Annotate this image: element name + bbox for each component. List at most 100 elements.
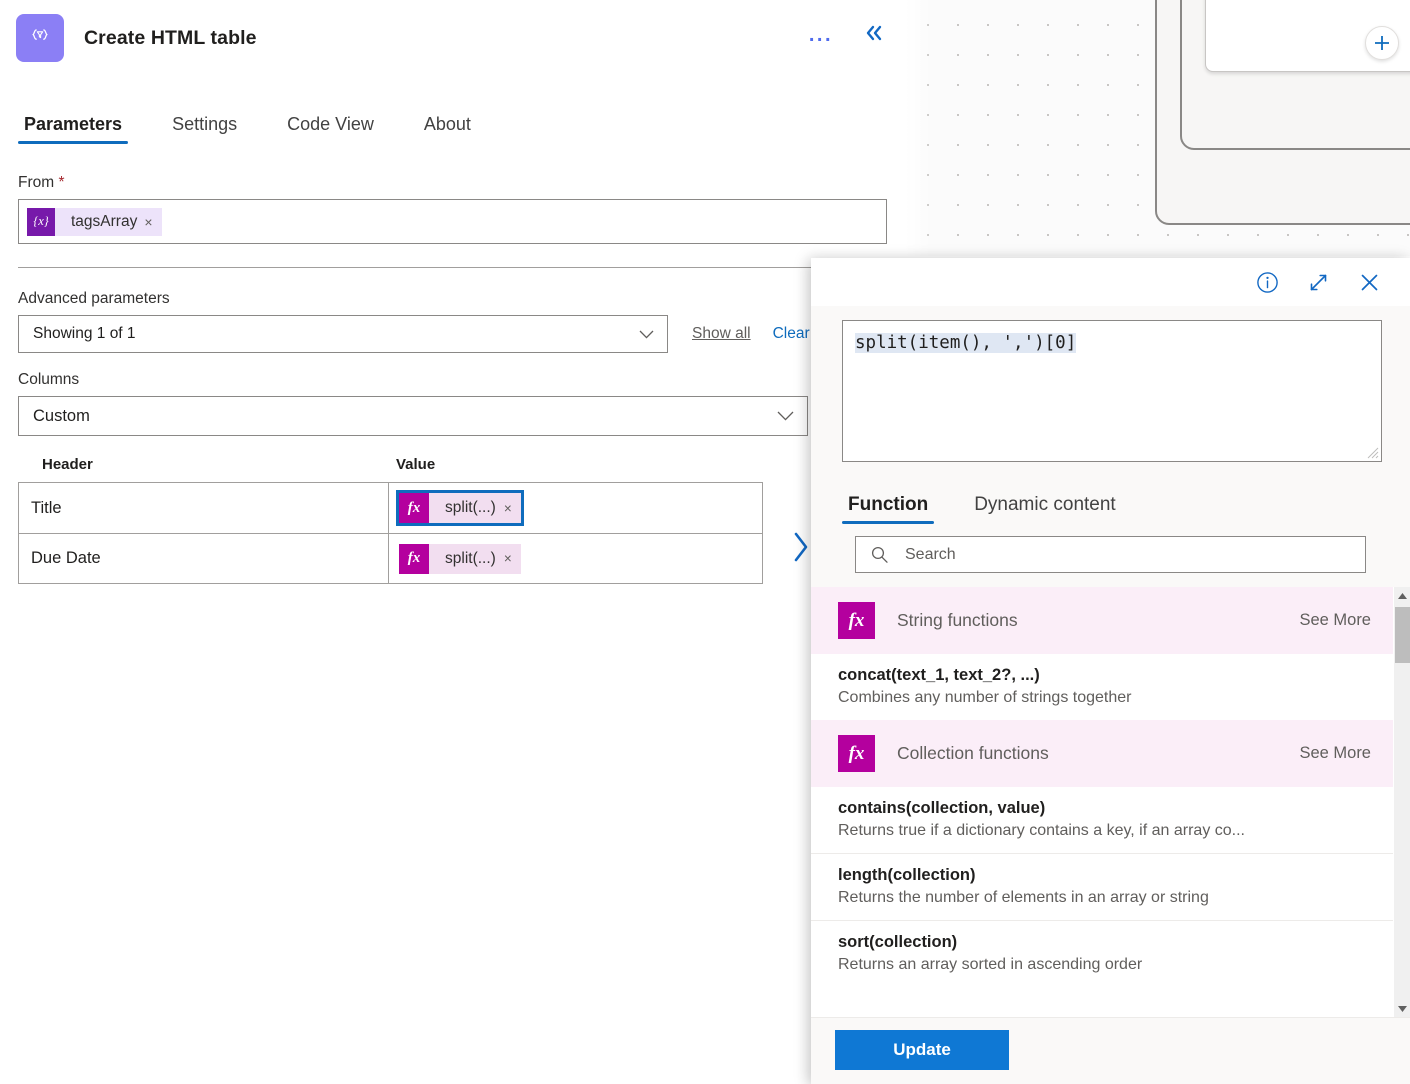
tab-about[interactable]: About <box>418 113 477 144</box>
advanced-parameters-section: Advanced parameters Showing 1 of 1 Show … <box>18 290 887 353</box>
expression-token-remove-icon[interactable]: × <box>502 551 521 566</box>
table-row: Title fx split(...) × <box>19 483 762 533</box>
chevron-down-icon <box>777 411 794 421</box>
callout-toolbar <box>811 258 1410 306</box>
advanced-parameters-select[interactable]: Showing 1 of 1 <box>18 315 668 353</box>
search-input[interactable] <box>903 544 1353 565</box>
see-more-link[interactable]: See More <box>1299 611 1371 630</box>
advanced-parameters-label: Advanced parameters <box>18 290 170 307</box>
function-name: contains(collection, value) <box>838 799 1046 817</box>
function-list-scrollbar[interactable] <box>1393 587 1410 1017</box>
add-step-button[interactable] <box>1365 26 1399 60</box>
braces-filter-glyph <box>32 29 48 40</box>
columns-select-value: Custom <box>33 406 90 425</box>
expression-token[interactable]: fx split(...) × <box>396 490 524 526</box>
advanced-select-value: Showing 1 of 1 <box>33 325 136 342</box>
resize-grip-icon[interactable] <box>1367 447 1379 459</box>
scroll-up-arrow-icon[interactable] <box>1394 587 1410 604</box>
parameters-form: From * {x} tagsArray × Advanced paramete… <box>0 174 905 584</box>
function-description: Returns true if a dictionary contains a … <box>838 822 1245 839</box>
variable-braces-icon: {x} <box>27 207 55 236</box>
callout-tabs: Function Dynamic content <box>811 462 1410 524</box>
search-icon <box>871 546 888 563</box>
search-wrap <box>811 524 1410 573</box>
close-x-icon <box>1361 274 1378 290</box>
list-item[interactable]: contains(collection, value) Returns true… <box>811 787 1393 853</box>
callout-footer: Update <box>811 1017 1410 1084</box>
info-icon[interactable] <box>1255 270 1280 295</box>
function-description: Returns an array sorted in ascending ord… <box>838 956 1143 973</box>
tab-parameters[interactable]: Parameters <box>18 113 129 144</box>
expression-value: split(item(), ',')[0] <box>855 333 1077 353</box>
expression-token[interactable]: fx split(...) × <box>399 543 521 574</box>
expression-editor-callout: split(item(), ',')[0] Function Dynamic c… <box>811 258 1410 1084</box>
callout-beak <box>782 516 814 580</box>
fx-icon: fx <box>838 735 875 772</box>
column-header-value: Value <box>396 456 436 473</box>
braces-filter-icon <box>16 14 64 62</box>
function-description: Returns the number of elements in an arr… <box>838 889 1209 906</box>
show-all-link[interactable]: Show all <box>692 325 751 343</box>
row-value-input[interactable]: fx split(...) × <box>389 534 762 583</box>
category-label: String functions <box>897 610 1018 630</box>
advanced-parameters-row: Showing 1 of 1 Show all Clear all <box>18 315 887 353</box>
list-item[interactable]: length(collection) Returns the number of… <box>811 853 1393 920</box>
collapse-panel-button[interactable] <box>859 22 889 47</box>
token-remove-icon[interactable]: × <box>144 214 161 230</box>
info-circle-icon <box>1257 271 1278 293</box>
panel-header: Create HTML table <box>0 0 905 64</box>
expand-icon[interactable] <box>1306 270 1331 295</box>
triangle-up-icon <box>1398 592 1407 599</box>
function-list-area: fx String functions See More concat(text… <box>811 587 1410 1017</box>
tab-settings[interactable]: Settings <box>166 113 243 144</box>
category-label: Collection functions <box>897 743 1049 763</box>
columns-label: Columns <box>18 371 80 388</box>
panel-header-actions: ... <box>805 22 905 47</box>
panel-tabs: Parameters Settings Code View About <box>0 106 905 144</box>
tab-code-view[interactable]: Code View <box>281 113 380 144</box>
from-input[interactable]: {x} tagsArray × <box>18 199 887 244</box>
row-value-input[interactable]: fx split(...) × <box>389 483 762 533</box>
more-options-button[interactable]: ... <box>805 23 837 47</box>
expression-token-label: split(...) <box>445 499 496 516</box>
expression-input-wrap: split(item(), ',')[0] <box>811 306 1410 462</box>
expression-token-remove-icon[interactable]: × <box>502 501 521 516</box>
dynamic-token-tagsarray[interactable]: {x} tagsArray × <box>27 207 162 236</box>
function-list: fx String functions See More concat(text… <box>811 587 1393 1017</box>
category-string-functions[interactable]: fx String functions See More <box>811 587 1393 654</box>
category-collection-functions[interactable]: fx Collection functions See More <box>811 720 1393 787</box>
fx-icon: fx <box>399 493 429 523</box>
tab-function[interactable]: Function <box>842 493 935 524</box>
fx-icon: fx <box>399 543 429 574</box>
column-header-header: Header <box>42 456 93 473</box>
section-divider <box>18 267 887 268</box>
scroll-down-arrow-icon[interactable] <box>1394 1000 1410 1017</box>
callout-beak-shape <box>784 516 812 580</box>
expand-diagonal-icon <box>1310 274 1327 290</box>
update-button[interactable]: Update <box>835 1030 1009 1070</box>
close-icon[interactable] <box>1357 270 1382 295</box>
function-name: sort(collection) <box>838 933 958 951</box>
tab-dynamic-content[interactable]: Dynamic content <box>968 493 1122 524</box>
token-label: tagsArray <box>71 212 138 230</box>
scrollbar-thumb[interactable] <box>1395 607 1410 663</box>
list-item[interactable]: concat(text_1, text_2?, ...) Combines an… <box>811 654 1393 720</box>
row-header-input[interactable]: Title <box>19 483 389 533</box>
custom-columns-table: Header Value Title fx split(...) × Due D… <box>18 456 763 584</box>
list-item[interactable]: sort(collection) Returns an array sorted… <box>811 920 1393 987</box>
fx-icon: fx <box>838 602 875 639</box>
see-more-link[interactable]: See More <box>1299 744 1371 763</box>
expression-textarea[interactable]: split(item(), ',')[0] <box>842 320 1382 462</box>
function-name: concat(text_1, text_2?, ...) <box>838 666 1040 684</box>
triangle-down-icon <box>1398 1005 1407 1012</box>
chevron-down-icon <box>639 330 654 339</box>
columns-table-body: Title fx split(...) × Due Date fx split(… <box>18 482 763 584</box>
expression-token-label: split(...) <box>445 549 496 567</box>
flow-canvas[interactable] <box>905 0 1410 256</box>
canvas-edge-fade <box>905 0 931 256</box>
plus-icon <box>1375 36 1389 50</box>
columns-select[interactable]: Custom <box>18 396 808 436</box>
row-header-input[interactable]: Due Date <box>19 534 389 583</box>
from-label-text: From <box>18 174 55 191</box>
search-box[interactable] <box>855 536 1366 573</box>
